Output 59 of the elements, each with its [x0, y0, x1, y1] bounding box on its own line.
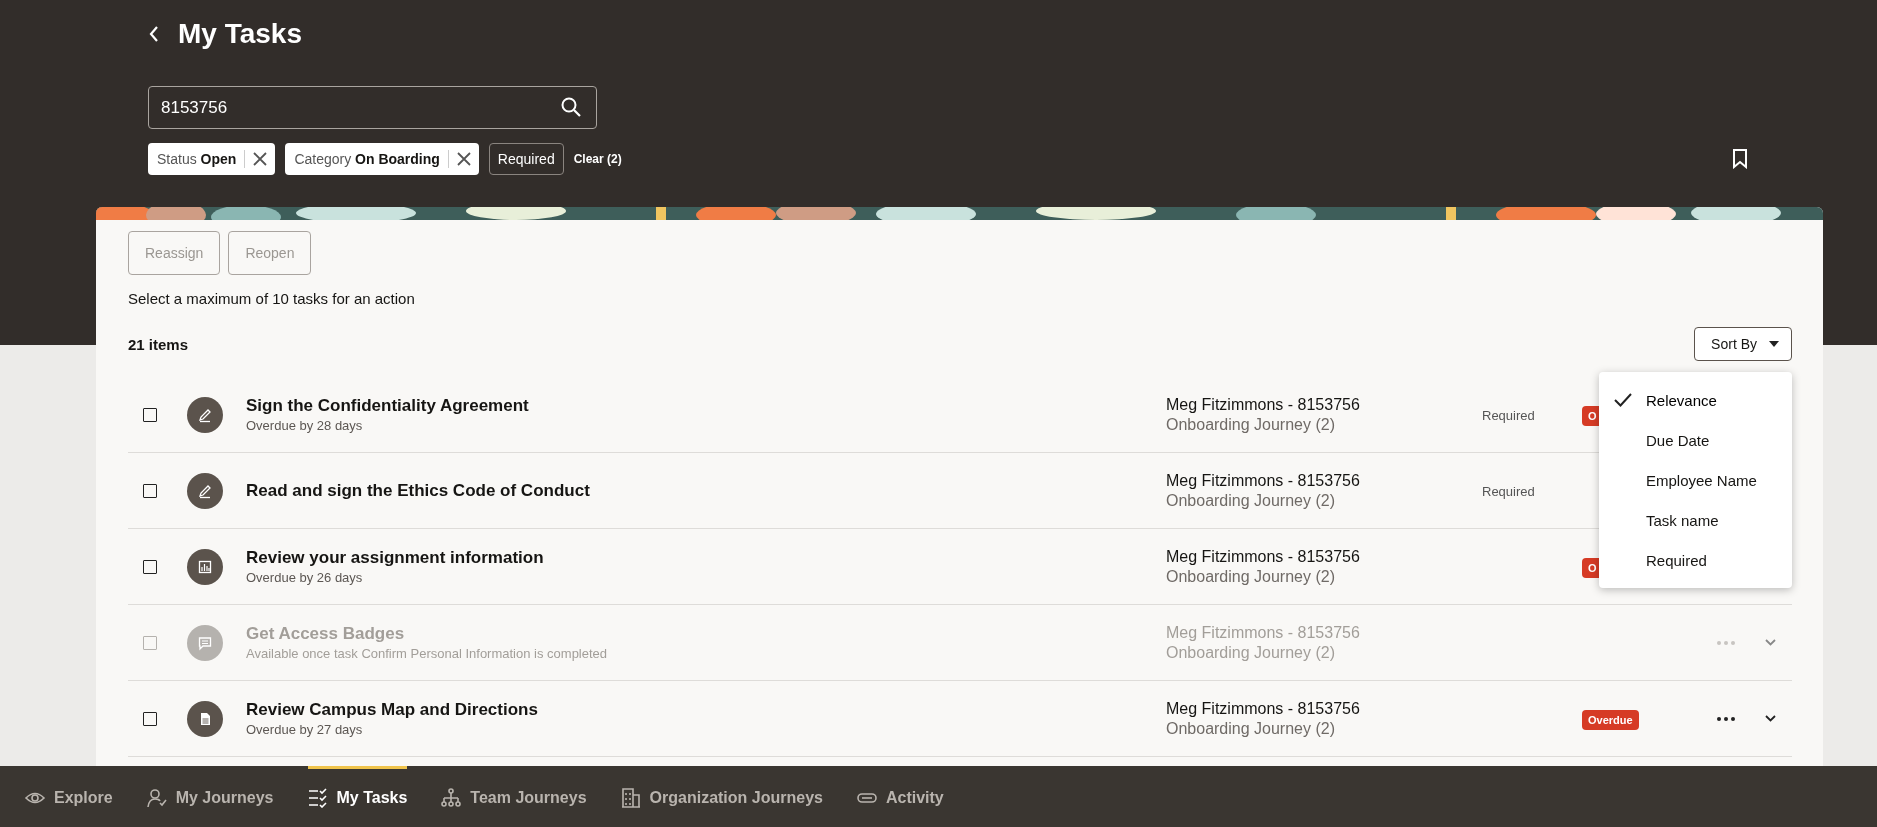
employee-name: Meg Fitzimmons - 8153756 [1166, 395, 1361, 414]
journey-name: Onboarding Journey (2) [1166, 643, 1336, 662]
close-icon[interactable] [253, 152, 268, 166]
hint-text: Select a maximum of 10 tasks for an action [128, 290, 416, 307]
more-icon[interactable] [1717, 716, 1735, 721]
checklist-icon [307, 788, 328, 808]
nav-tab[interactable]: My Tasks [307, 766, 408, 827]
journey-name: Onboarding Journey (2) [1166, 567, 1336, 586]
task-status: Overdue by 26 days [246, 570, 364, 585]
bookmark-icon[interactable] [1732, 149, 1748, 169]
journey-name: Onboarding Journey (2) [1166, 491, 1336, 510]
building-icon [620, 788, 641, 808]
clear-link[interactable]: Clear (2) [573, 152, 622, 166]
employee-name: Meg Fitzimmons - 8153756 [1166, 547, 1361, 566]
task-title[interactable]: Read and sign the Ethics Code of Conduct [246, 480, 1166, 501]
sort-option[interactable]: Task name [1599, 500, 1792, 540]
journey-name: Onboarding Journey (2) [1166, 415, 1336, 434]
search-field[interactable]: 8153756 [148, 86, 597, 129]
task-status: Available once task Confirm Personal Information is completed [246, 646, 609, 661]
employee-name: Meg Fitzimmons - 8153756 [1166, 471, 1361, 490]
close-icon[interactable] [456, 152, 471, 166]
nav-tab[interactable]: My Journeys [146, 766, 274, 827]
person-check-icon [146, 788, 167, 808]
task-status: Overdue by 28 days [246, 418, 364, 433]
task-title[interactable]: Sign the Confidentiality Agreement [246, 396, 1166, 416]
sort-button[interactable]: Sort By [1694, 327, 1792, 361]
filter-chip[interactable]: Category On Boarding [285, 143, 479, 175]
task-title[interactable]: Review your assignment information [246, 548, 1166, 568]
employee-name: Meg Fitzimmons - 8153756 [1166, 699, 1361, 718]
task-icon [187, 472, 223, 509]
task-icon [187, 548, 223, 585]
nav-tab[interactable]: Team Journeys [441, 766, 587, 827]
sort-option[interactable]: Employee Name [1599, 460, 1792, 500]
page-title: My Tasks [178, 18, 302, 50]
caret-icon [1769, 341, 1779, 347]
task-status: Overdue by 27 days [246, 722, 364, 737]
checkbox[interactable] [143, 483, 157, 498]
nav-tab[interactable]: Organization Journeys [620, 766, 823, 827]
required-label: Required [1482, 483, 1535, 499]
chevron-down-icon[interactable] [1765, 715, 1776, 722]
search-icon[interactable] [561, 97, 581, 117]
journey-name: Onboarding Journey (2) [1166, 719, 1336, 738]
filter-toggle[interactable]: Required [488, 143, 564, 175]
filter-chip[interactable]: Status Open [148, 143, 276, 175]
back-icon[interactable] [148, 25, 160, 43]
hierarchy-icon [441, 788, 462, 808]
required-label: Required [1482, 407, 1535, 423]
task-icon [187, 624, 223, 661]
checkbox[interactable] [143, 407, 157, 422]
checkbox[interactable] [143, 711, 157, 726]
task-icon [187, 396, 223, 433]
task-icon [187, 700, 223, 737]
nav-tab[interactable]: Explore [25, 766, 113, 827]
nav-tab[interactable]: Activity [856, 766, 944, 827]
checkbox[interactable] [143, 559, 157, 574]
item-count: 21 items [128, 335, 189, 353]
overdue-badge: Overdue [1582, 709, 1639, 730]
employee-name: Meg Fitzimmons - 8153756 [1166, 623, 1361, 642]
task-title[interactable]: Review Campus Map and Directions [246, 700, 1166, 720]
